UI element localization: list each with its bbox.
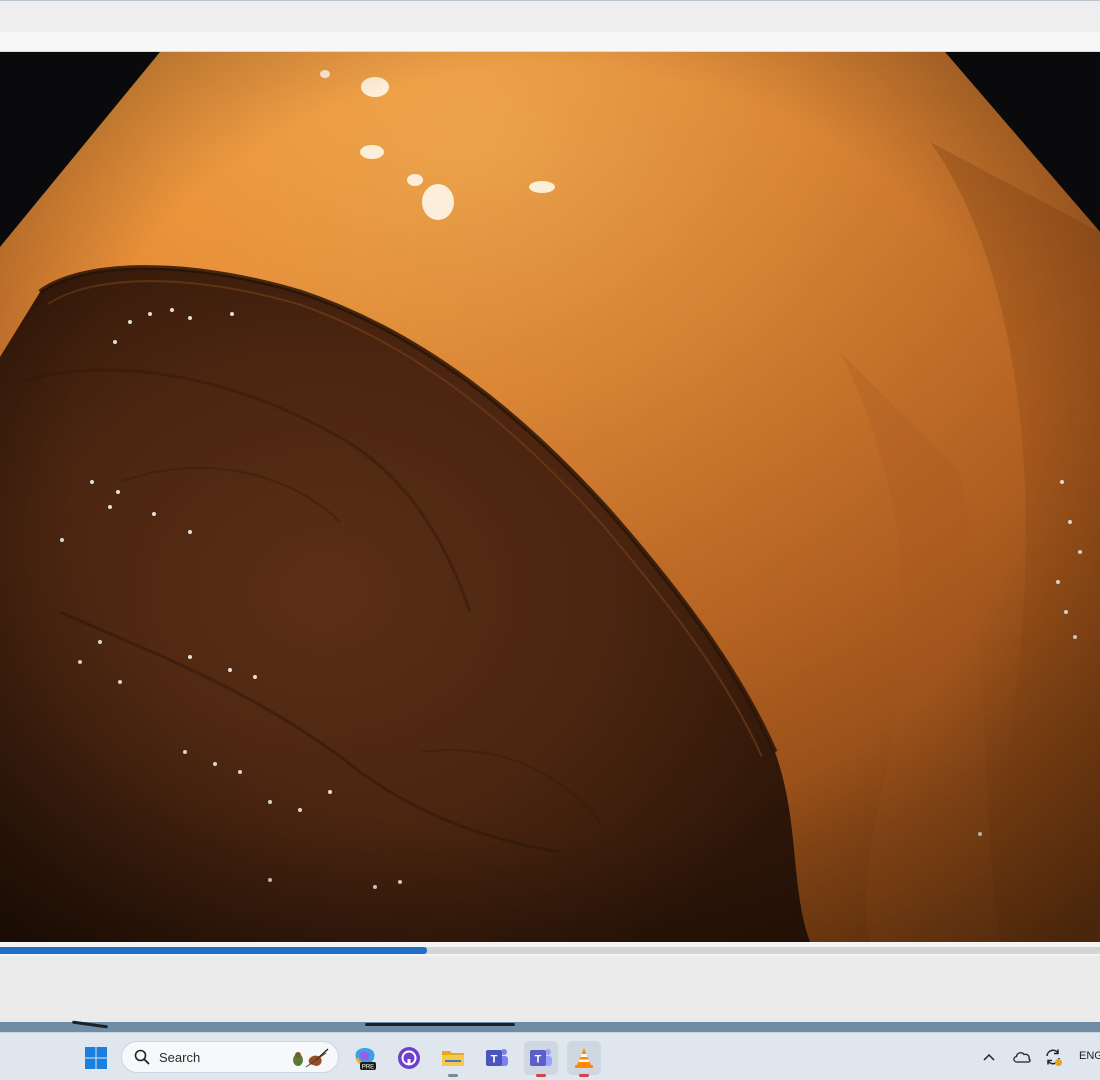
show-hidden-icons-button[interactable] (980, 1043, 998, 1071)
vlc-cone-icon (575, 1048, 593, 1068)
windows-taskbar: Search PRE T T ENG (0, 1032, 1100, 1080)
search-highlight-violin-icon (293, 1048, 329, 1068)
menu-bar (0, 32, 1100, 52)
teams-classic-icon: T (486, 1049, 508, 1066)
taskbar-app-teams[interactable]: T (524, 1041, 558, 1077)
running-indicator (448, 1074, 458, 1077)
media-player-window (0, 0, 1100, 1030)
search-icon (132, 1047, 152, 1067)
onedrive-tray-button[interactable] (1010, 1043, 1034, 1071)
search-label: Search (159, 1049, 201, 1065)
taskbar-app-copilot[interactable]: PRE (348, 1041, 382, 1075)
start-button[interactable] (79, 1041, 113, 1075)
svg-text:T: T (535, 1054, 542, 1066)
github-desktop-icon (398, 1047, 420, 1069)
windows-logo-icon (85, 1047, 107, 1069)
chevron-up-icon (983, 1053, 995, 1061)
input-language-indicator[interactable]: ENG (1079, 1050, 1100, 1062)
running-indicator (536, 1074, 546, 1077)
seek-track[interactable] (0, 947, 1100, 954)
title-bar[interactable] (0, 0, 1100, 32)
endoscopy-video-image (0, 52, 1100, 942)
seek-progress (0, 947, 427, 954)
taskbar-app-teams-classic[interactable]: T (480, 1041, 514, 1075)
seek-bar[interactable] (0, 942, 1100, 956)
player-controls-area (0, 956, 1100, 1022)
taskbar-app-file-explorer[interactable] (436, 1041, 470, 1077)
file-explorer-folder-icon (442, 1051, 464, 1066)
running-indicator (579, 1074, 589, 1077)
desktop-background-strip (0, 1020, 1100, 1032)
svg-text:PRE: PRE (362, 1065, 374, 1071)
taskbar-search-box[interactable]: Search (121, 1041, 339, 1073)
wallpaper-detail (365, 1023, 515, 1026)
sync-status-tray-button[interactable] (1041, 1043, 1065, 1071)
teams-icon: T (530, 1049, 552, 1066)
copilot-pre-icon: PRE (355, 1048, 376, 1071)
video-frame[interactable] (0, 52, 1100, 942)
taskbar-app-vlc[interactable] (567, 1041, 601, 1077)
taskbar-app-github-desktop[interactable] (392, 1041, 426, 1075)
wallpaper-detail (71, 1020, 109, 1029)
sync-icon (1046, 1049, 1062, 1066)
cloud-icon (1013, 1052, 1031, 1063)
svg-text:T: T (491, 1054, 498, 1066)
